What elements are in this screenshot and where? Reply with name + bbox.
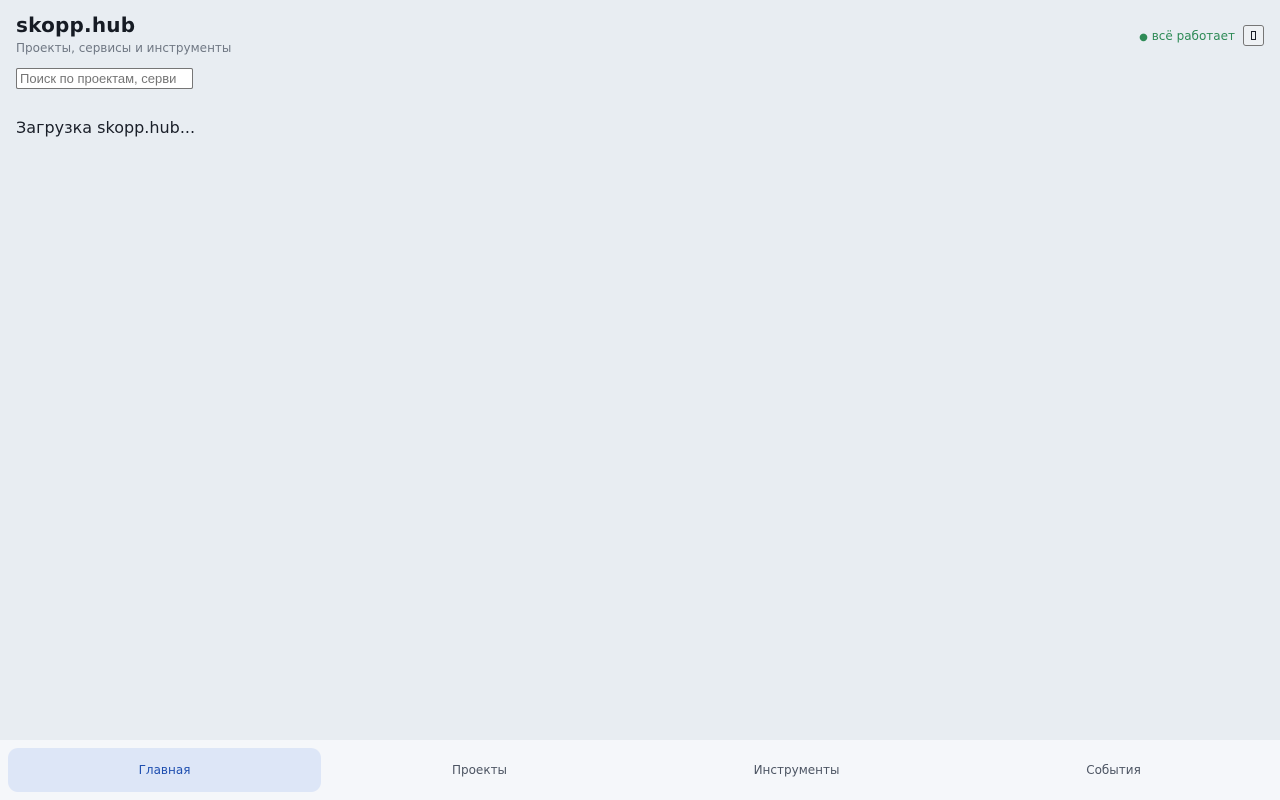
header: skopp.hub Проекты, сервисы и инструменты xyxy=(16,12,231,89)
theme-toggle-icon xyxy=(1251,31,1256,40)
tab-label: Проекты xyxy=(451,763,508,777)
app-title: skopp.hub xyxy=(16,13,136,37)
tab-label: События xyxy=(1086,763,1141,777)
loading-message: Загрузка skopp.hub... xyxy=(16,118,196,137)
tab-label: Главная xyxy=(138,763,191,777)
tab-tools[interactable]: Инструменты xyxy=(638,748,955,792)
tab-label: Инструменты xyxy=(753,763,840,777)
theme-toggle-button[interactable] xyxy=(1243,25,1264,46)
tab-events[interactable]: События xyxy=(955,748,1272,792)
app-subtitle: Проекты, сервисы и инструменты xyxy=(16,41,232,55)
status-label: всё работает xyxy=(1151,28,1235,43)
status-indicator: ● всё работает xyxy=(1139,29,1235,43)
status-area: ● всё работает xyxy=(1139,25,1264,46)
bottom-nav: Главная Проекты Инструменты События xyxy=(0,740,1280,800)
tab-home[interactable]: Главная xyxy=(8,748,321,792)
status-dot-icon: ● xyxy=(1139,31,1148,43)
search-input[interactable] xyxy=(16,68,193,89)
tab-projects[interactable]: Проекты xyxy=(321,748,638,792)
